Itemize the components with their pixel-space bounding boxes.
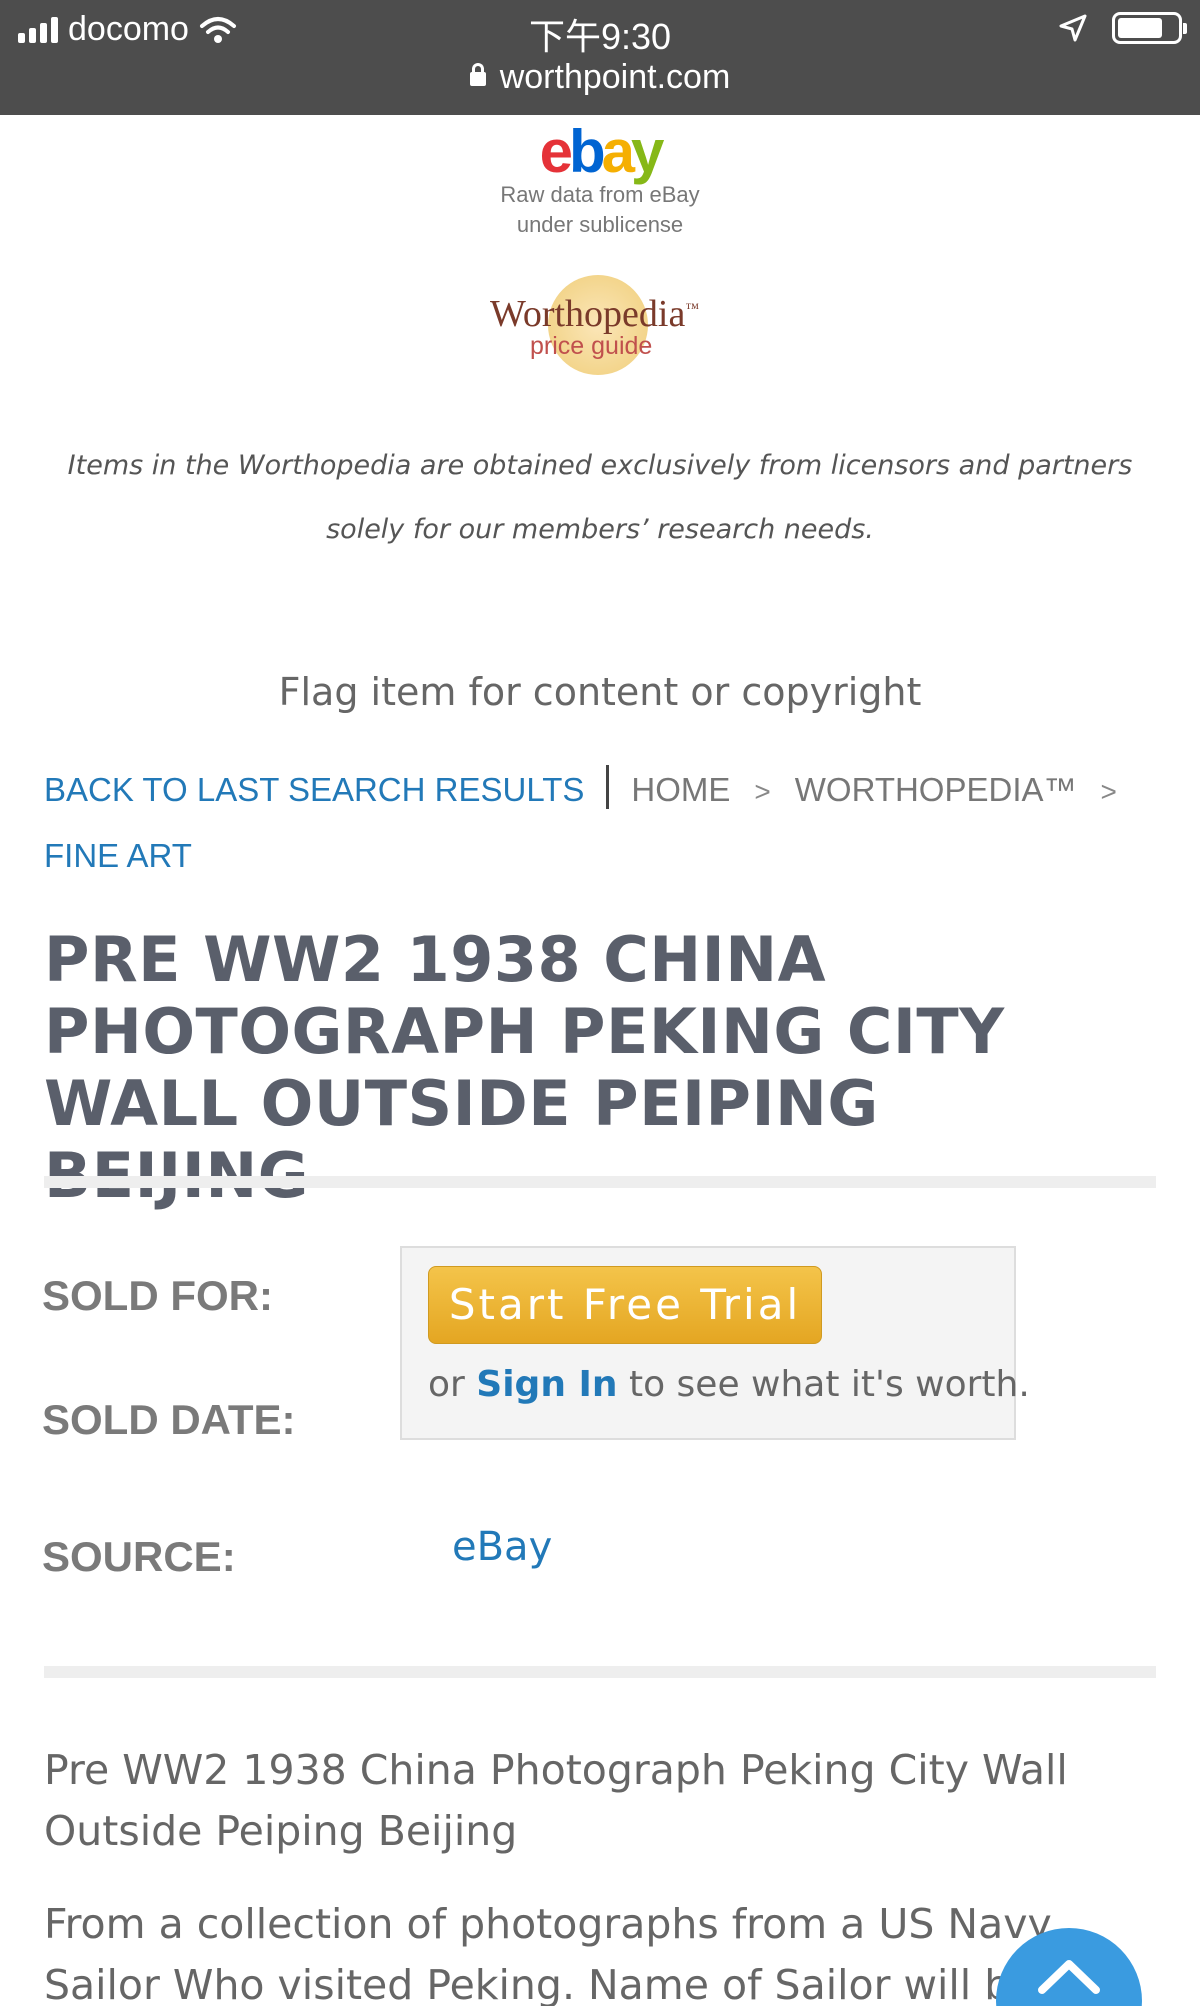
ebay-sublicense-note: Raw data from eBay under sublicense <box>500 182 700 237</box>
source-value[interactable]: eBay <box>452 1524 552 1570</box>
breadcrumb-separator: > <box>754 776 771 807</box>
address-bar[interactable]: worthpoint.com <box>0 58 1200 97</box>
breadcrumb-worthopedia[interactable]: WORTHOPEDIA™ <box>795 771 1077 808</box>
sold-date-label: SOLD DATE: <box>42 1396 296 1443</box>
breadcrumb: BACK TO LAST SEARCH RESULTS HOME > WORTHOPE… <box>44 758 1164 888</box>
sign-in-link[interactable]: Sign In <box>476 1364 617 1405</box>
breadcrumb-fine-art[interactable]: FINE ART <box>44 837 192 874</box>
item-summary: Pre WW2 1938 China Photograph Peking Cit… <box>44 1746 1068 1855</box>
status-right <box>1058 12 1187 44</box>
address-url: worthpoint.com <box>499 58 731 96</box>
flag-item-link[interactable]: Flag item for content or copyright <box>0 670 1200 714</box>
start-free-trial-button[interactable]: Start Free Trial <box>428 1266 822 1344</box>
browser-status-bar: docomo 下午9:30 worthpoint.com <box>0 0 1200 115</box>
price-paywall-box: Start Free Trial or Sign In to see what … <box>400 1246 1030 1440</box>
divider <box>44 1176 1156 1188</box>
divider <box>44 1666 1156 1678</box>
ebay-logo: ebay <box>539 118 665 185</box>
breadcrumb-home[interactable]: HOME <box>631 771 730 808</box>
battery-icon <box>1112 12 1187 44</box>
sold-for-label: SOLD FOR: <box>42 1272 273 1319</box>
location-arrow-icon <box>1059 14 1087 42</box>
breadcrumb-separator: > <box>1100 776 1117 807</box>
status-time: 下午9:30 <box>528 16 672 57</box>
source-label: SOURCE: <box>42 1533 236 1580</box>
disclaimer-text: Items in the Worthopedia are obtained ex… <box>67 450 1133 545</box>
worthopedia-logo: Worthopedia™ price guide <box>478 270 728 380</box>
signin-prompt: or Sign In to see what it's worth. <box>428 1364 1030 1405</box>
breadcrumb-divider <box>606 765 610 809</box>
back-to-results-link[interactable]: BACK TO LAST SEARCH RESULTS <box>44 771 584 808</box>
item-description: From a collection of photographs from a … <box>44 1900 1052 2006</box>
chevron-up-icon <box>1038 1960 1100 1994</box>
page-title: PRE WW2 1938 CHINA PHOTOGRAPH PEKING CIT… <box>44 923 1005 1212</box>
lock-icon <box>469 63 486 86</box>
